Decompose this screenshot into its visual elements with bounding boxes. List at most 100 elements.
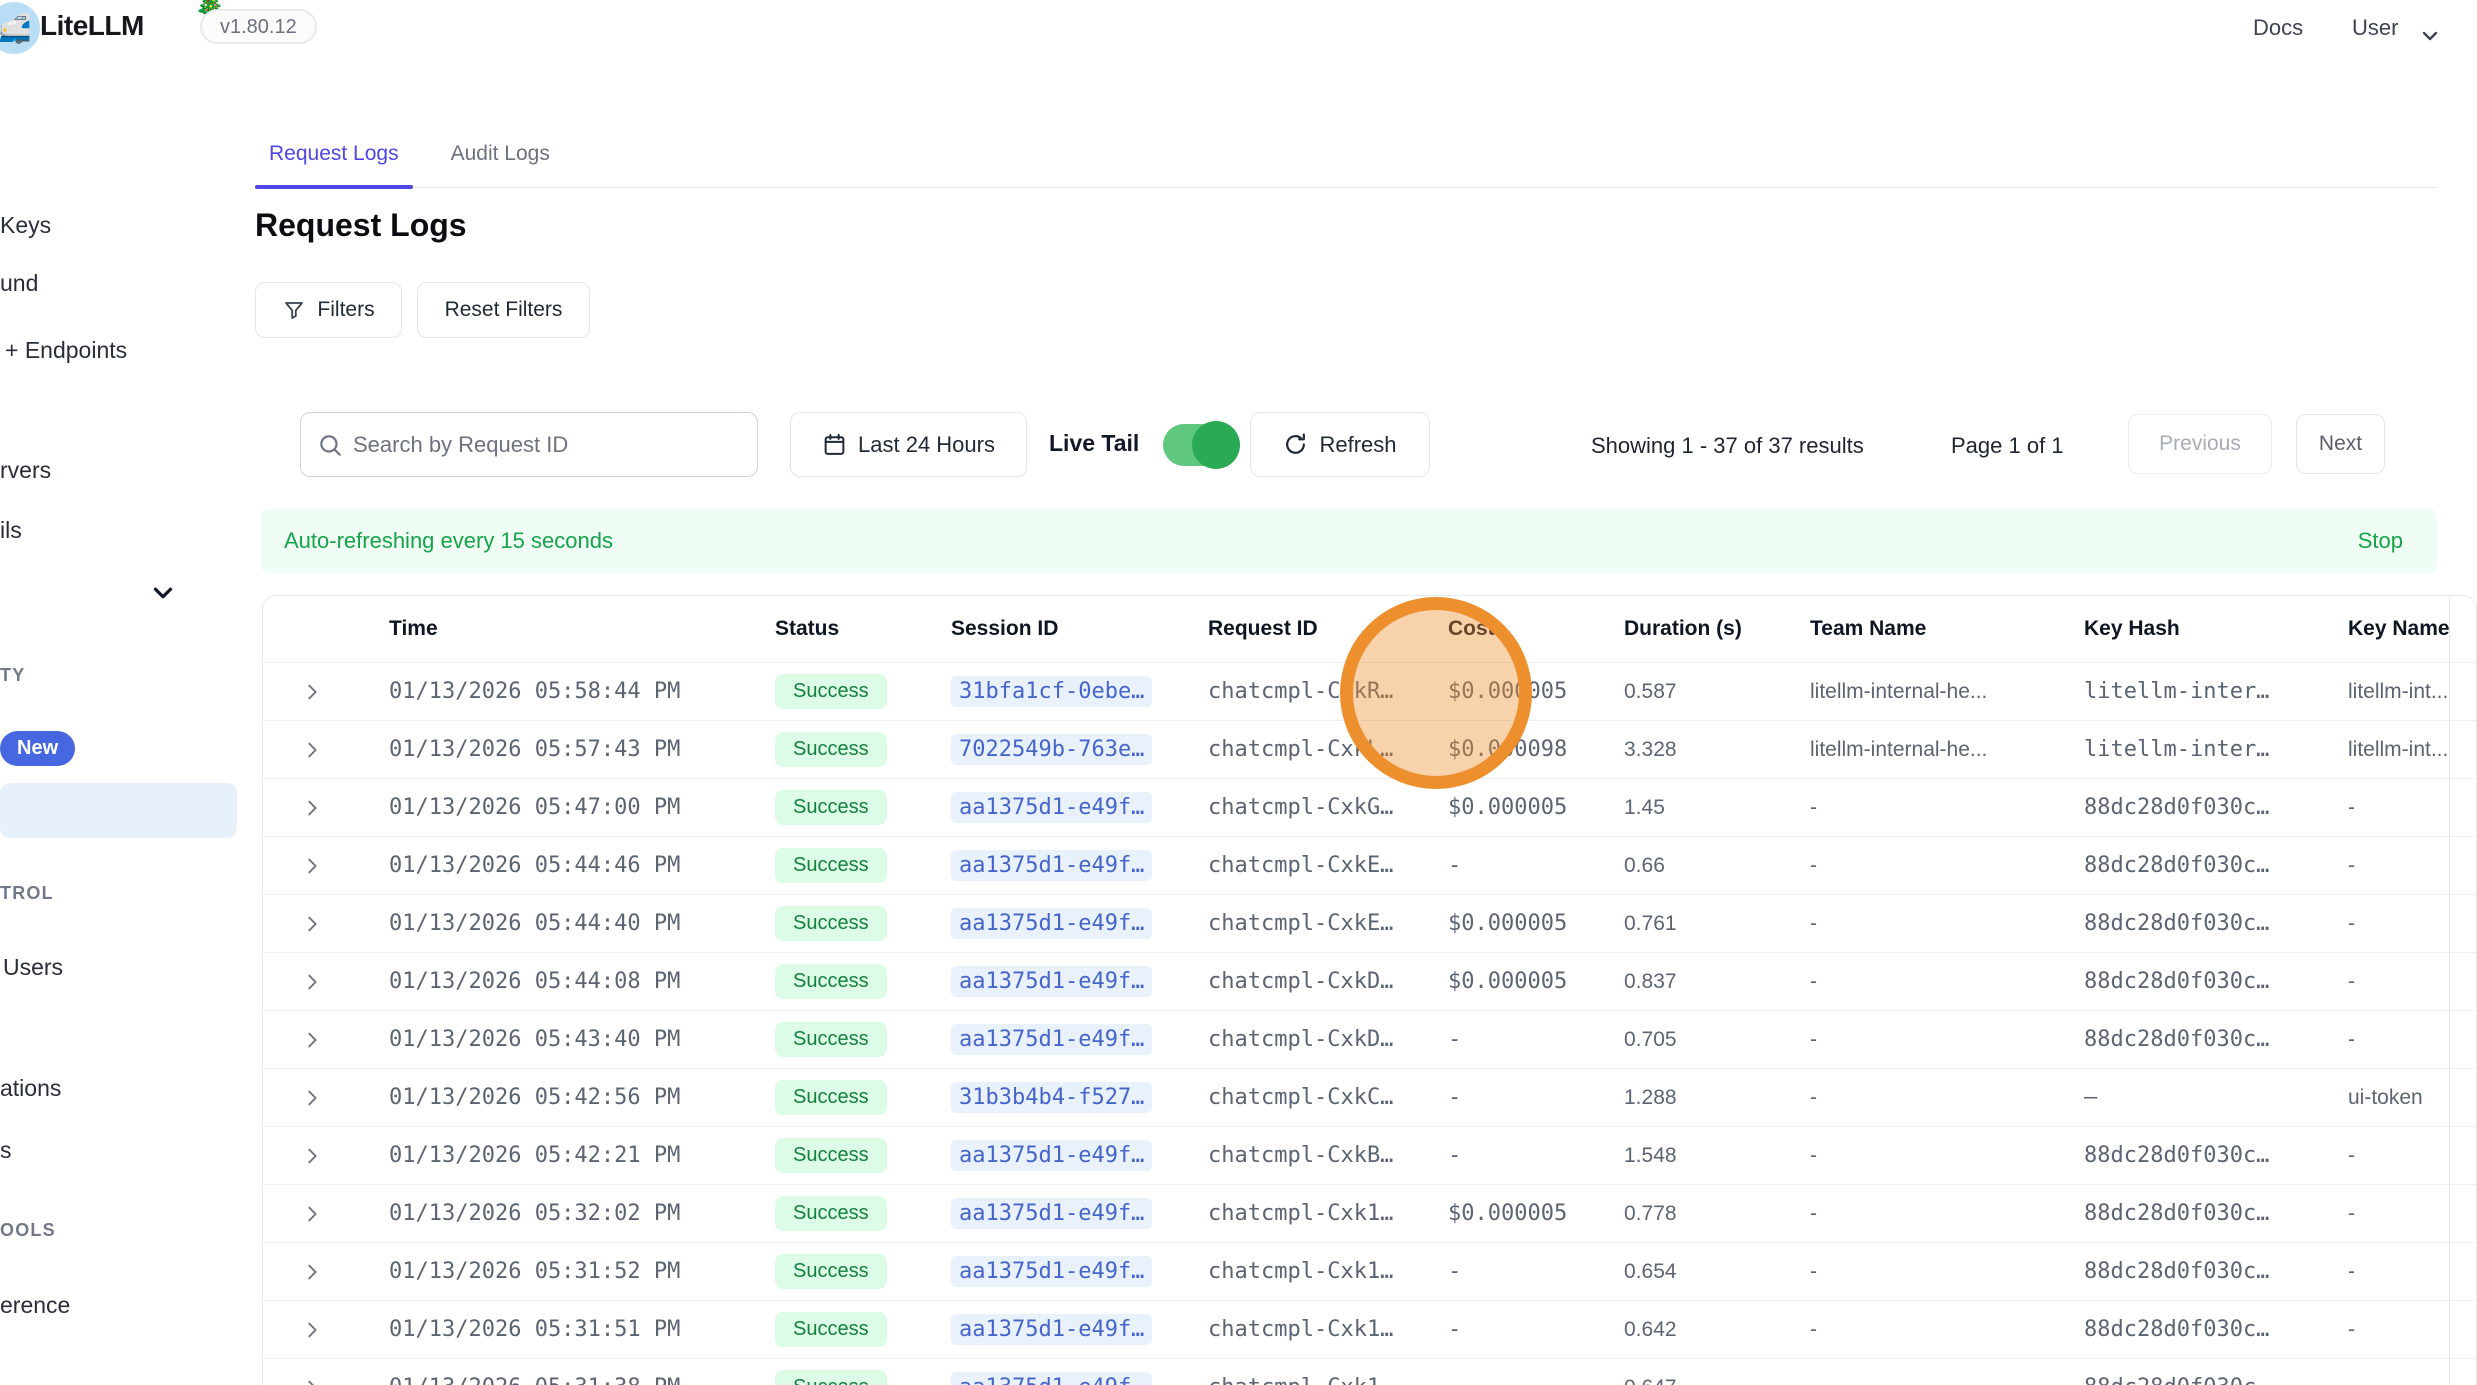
expand-row-icon[interactable] bbox=[301, 1087, 389, 1109]
previous-page-button[interactable]: Previous bbox=[2128, 414, 2272, 474]
search-input[interactable] bbox=[300, 412, 758, 477]
session-id-link[interactable]: aa1375d1-e49f… bbox=[951, 1198, 1152, 1229]
sidebar-active-item[interactable] bbox=[0, 783, 237, 838]
session-id-link[interactable]: aa1375d1-e49f… bbox=[951, 1372, 1152, 1385]
header-cost: Cost bbox=[1448, 617, 1624, 641]
cell-duration: 0.66 bbox=[1624, 854, 1810, 878]
chevron-down-icon[interactable] bbox=[2418, 24, 2442, 48]
table-row[interactable]: 01/13/2026 05:31:52 PMSuccessaa1375d1-e4… bbox=[263, 1242, 2476, 1300]
filters-button[interactable]: Filters bbox=[255, 282, 402, 338]
filters-button-label: Filters bbox=[317, 298, 374, 322]
cell-time: 01/13/2026 05:32:02 PM bbox=[389, 1201, 775, 1226]
table-row[interactable]: 01/13/2026 05:47:00 PMSuccessaa1375d1-e4… bbox=[263, 778, 2476, 836]
session-id-link[interactable]: aa1375d1-e49f… bbox=[951, 1024, 1152, 1055]
table-row[interactable]: 01/13/2026 05:44:40 PMSuccessaa1375d1-e4… bbox=[263, 894, 2476, 952]
expand-row-icon[interactable] bbox=[301, 1261, 389, 1283]
cell-status: Success bbox=[775, 1080, 951, 1115]
table-row[interactable]: 01/13/2026 05:32:02 PMSuccess aa1375d1-e4… bbox=[263, 1184, 2476, 1242]
table-row[interactable]: 01/13/2026 05:31:38 PMSuccessaa1375d1-e4… bbox=[263, 1358, 2476, 1385]
cell-key-hash: 88dc28d0f030c… bbox=[2084, 1317, 2348, 1342]
session-id-link[interactable]: aa1375d1-e49f… bbox=[951, 1314, 1152, 1345]
status-badge: Success bbox=[775, 1312, 887, 1347]
cell-key-hash: 88dc28d0f030c… bbox=[2084, 1259, 2348, 1284]
cell-status: Success bbox=[775, 848, 951, 883]
sidebar-item[interactable]: und bbox=[0, 269, 38, 297]
next-page-button[interactable]: Next bbox=[2296, 414, 2385, 474]
tab-request-logs[interactable]: Request Logs bbox=[255, 140, 413, 187]
cell-duration: 0.642 bbox=[1624, 1318, 1810, 1342]
cell-key-name: - bbox=[2348, 1260, 2477, 1284]
sidebar-item[interactable]: Users bbox=[3, 953, 63, 981]
status-badge: Success bbox=[775, 1196, 887, 1231]
session-id-link[interactable]: aa1375d1-e49f… bbox=[951, 966, 1152, 997]
table-row[interactable]: 01/13/2026 05:58:44 PMSuccess31bfa1cf-0e… bbox=[263, 662, 2476, 720]
cell-key-hash: – bbox=[2084, 1085, 2348, 1110]
session-id-link[interactable]: aa1375d1-e49f… bbox=[951, 850, 1152, 881]
expand-row-icon[interactable] bbox=[301, 1377, 389, 1385]
cell-request-id: chatcmpl-Cxk1… bbox=[1208, 1375, 1448, 1385]
table-body: 01/13/2026 05:58:44 PMSuccess31bfa1cf-0e… bbox=[263, 662, 2476, 1385]
page-indicator: Page 1 of 1 bbox=[1951, 433, 2064, 459]
session-id-link[interactable]: 7022549b-763e… bbox=[951, 734, 1152, 765]
sidebar-item[interactable]: s bbox=[0, 1136, 12, 1164]
stop-auto-refresh-button[interactable]: Stop bbox=[2358, 528, 2403, 554]
cell-time: 01/13/2026 05:31:51 PM bbox=[389, 1317, 775, 1342]
cell-session-id: aa1375d1-e49f… bbox=[951, 1372, 1208, 1385]
table-row[interactable]: 01/13/2026 05:42:21 PMSuccessaa1375d1-e4… bbox=[263, 1126, 2476, 1184]
sidebar-collapse-chevron-icon[interactable] bbox=[148, 578, 178, 613]
session-id-link[interactable]: 31b3b4b4-f527… bbox=[951, 1082, 1152, 1113]
cell-request-id: chatcmpl-CxkC… bbox=[1208, 1085, 1448, 1110]
auto-refresh-text: Auto-refreshing every 15 seconds bbox=[284, 528, 613, 554]
table-row[interactable]: 01/13/2026 05:44:08 PMSuccessaa1375d1-e4… bbox=[263, 952, 2476, 1010]
expand-row-icon[interactable] bbox=[301, 971, 389, 993]
expand-row-icon[interactable] bbox=[301, 739, 389, 761]
cell-time: 01/13/2026 05:47:00 PM bbox=[389, 795, 775, 820]
time-range-button[interactable]: Last 24 Hours bbox=[790, 412, 1027, 477]
table-row[interactable]: 01/13/2026 05:31:51 PMSuccess aa1375d1-e4… bbox=[263, 1300, 2476, 1358]
table-row[interactable]: 01/13/2026 05:57:43 PMSuccess7022549b-76… bbox=[263, 720, 2476, 778]
status-badge: Success bbox=[775, 1138, 887, 1173]
table-row[interactable]: 01/13/2026 05:42:56 PMSuccess31b3b4b4-f5… bbox=[263, 1068, 2476, 1126]
expand-row-icon[interactable] bbox=[301, 1203, 389, 1225]
expand-row-icon[interactable] bbox=[301, 681, 389, 703]
cell-time: 01/13/2026 05:31:38 PM bbox=[389, 1375, 775, 1385]
top-nav: 🚅 LiteLLM 🎄 v1.80.12 Docs User bbox=[0, 0, 2477, 58]
sidebar-item[interactable]: ils bbox=[0, 516, 22, 544]
expand-row-icon[interactable] bbox=[301, 797, 389, 819]
session-id-link[interactable]: aa1375d1-e49f… bbox=[951, 1256, 1152, 1287]
header-key-hash: Key Hash bbox=[2084, 617, 2348, 641]
sidebar-item[interactable]: erence bbox=[0, 1291, 70, 1319]
refresh-button[interactable]: Refresh bbox=[1250, 412, 1430, 477]
cell-status: Success bbox=[775, 1138, 951, 1173]
cell-team-name: litellm-internal-he... bbox=[1810, 738, 2084, 762]
session-id-link[interactable]: aa1375d1-e49f… bbox=[951, 908, 1152, 939]
cell-key-hash: 88dc28d0f030c… bbox=[2084, 795, 2348, 820]
cell-session-id: aa1375d1-e49f… bbox=[951, 908, 1208, 939]
session-id-link[interactable]: 31bfa1cf-0ebe… bbox=[951, 676, 1152, 707]
expand-row-icon[interactable] bbox=[301, 1319, 389, 1341]
sidebar-item[interactable]: rvers bbox=[0, 456, 51, 484]
version-badge: v1.80.12 bbox=[200, 9, 317, 44]
reset-filters-button[interactable]: Reset Filters bbox=[417, 282, 590, 338]
cell-key-hash: 88dc28d0f030c… bbox=[2084, 1143, 2348, 1168]
user-menu[interactable]: User bbox=[2352, 15, 2398, 41]
docs-link[interactable]: Docs bbox=[2253, 15, 2303, 41]
sidebar-item[interactable]: ations bbox=[0, 1074, 61, 1102]
tab-bar: Request Logs Audit Logs bbox=[255, 140, 2437, 188]
cell-duration: 1.45 bbox=[1624, 796, 1810, 820]
expand-row-icon[interactable] bbox=[301, 1029, 389, 1051]
sidebar-item[interactable]: Keys bbox=[0, 211, 51, 239]
live-tail-toggle[interactable] bbox=[1163, 424, 1237, 466]
session-id-link[interactable]: aa1375d1-e49f… bbox=[951, 792, 1152, 823]
table-row[interactable]: 01/13/2026 05:44:46 PMSuccessaa1375d1-e4… bbox=[263, 836, 2476, 894]
tab-audit-logs[interactable]: Audit Logs bbox=[437, 140, 564, 187]
sidebar-item[interactable]: + Endpoints bbox=[5, 336, 127, 364]
expand-row-icon[interactable] bbox=[301, 855, 389, 877]
session-id-link[interactable]: aa1375d1-e49f… bbox=[951, 1140, 1152, 1171]
expand-row-icon[interactable] bbox=[301, 1145, 389, 1167]
cell-key-name: - bbox=[2348, 1318, 2477, 1342]
cell-key-name: - bbox=[2348, 854, 2477, 878]
expand-row-icon[interactable] bbox=[301, 913, 389, 935]
cell-time: 01/13/2026 05:31:52 PM bbox=[389, 1259, 775, 1284]
table-row[interactable]: 01/13/2026 05:43:40 PMSuccessaa1375d1-e4… bbox=[263, 1010, 2476, 1068]
